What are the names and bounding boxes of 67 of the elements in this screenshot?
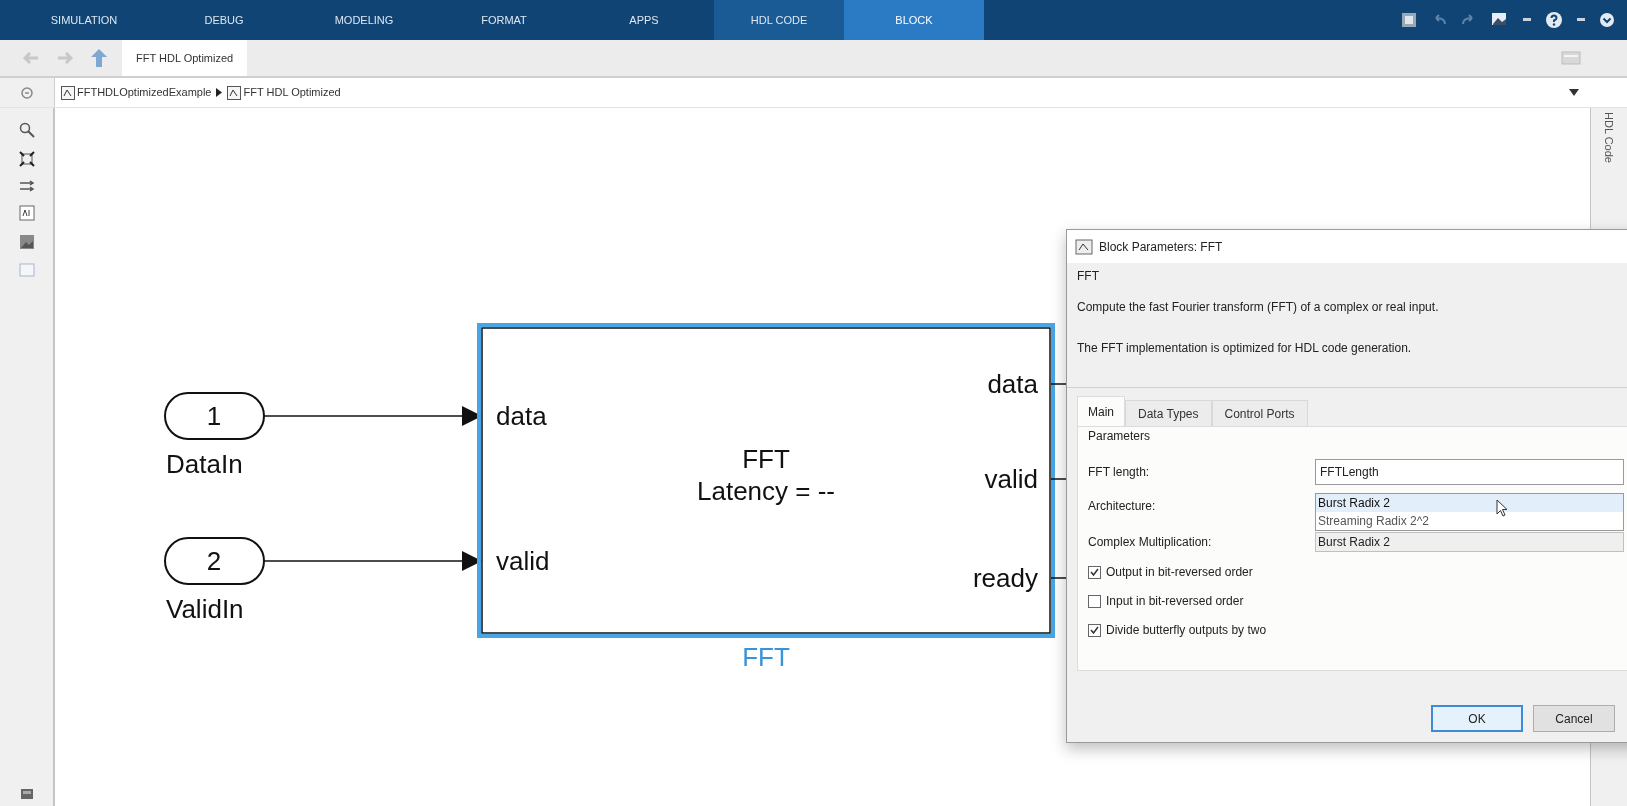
dialog-tab[interactable]: Control Ports [1211, 400, 1308, 426]
port-label: ready [972, 563, 1038, 593]
dropdown-field[interactable]: Burst Radix 2 [1315, 532, 1624, 552]
field-label: Architecture: [1088, 498, 1157, 515]
output-line [1050, 478, 1067, 480]
dropdown-dash-icon[interactable] [1577, 18, 1585, 22]
help-icon[interactable] [1545, 11, 1563, 29]
checkbox-label: Divide butterfly outputs by two [1106, 622, 1267, 639]
output-line [1050, 577, 1067, 579]
dialog-tab[interactable]: Main [1077, 396, 1125, 426]
checkbox-label: Input in bit-reversed order [1106, 593, 1244, 610]
block-icon [1075, 238, 1093, 255]
port-label: valid [496, 546, 550, 576]
zoom-icon[interactable] [18, 122, 35, 138]
block-name: FFT [742, 642, 790, 672]
ribbon-tab[interactable]: BLOCK [844, 0, 984, 40]
port-label: data [987, 369, 1038, 399]
ribbon-tab[interactable]: APPS [574, 0, 714, 40]
checkbox[interactable] [1088, 594, 1101, 608]
dropdown-arrow-icon[interactable] [1569, 89, 1579, 96]
model-icon[interactable] [1401, 12, 1417, 28]
panel-tab[interactable]: HDL Code [1600, 112, 1618, 163]
dropdown-option[interactable]: Burst Radix 2 [1316, 494, 1623, 512]
breadcrumb-link[interactable]: FFT HDL Optimized [243, 84, 341, 101]
ribbon-tab[interactable]: FORMAT [434, 0, 574, 40]
dialog-button[interactable]: OK [1431, 705, 1523, 732]
ribbon-tab[interactable]: MODELING [294, 0, 434, 40]
image-icon[interactable] [18, 234, 35, 250]
dropdown-dash-icon[interactable] [1523, 18, 1531, 22]
block-type-label: FFT [1077, 268, 1100, 285]
arrows-icon[interactable] [18, 180, 35, 192]
annotation-icon[interactable] [18, 205, 35, 221]
subsystem-icon [61, 85, 75, 100]
ribbon-tab[interactable]: SIMULATION [14, 0, 154, 40]
model-browser-icon[interactable] [19, 788, 34, 800]
dialog-title: Block Parameters: FFT [1099, 238, 1223, 256]
field-label: Complex Multiplication: [1088, 534, 1213, 551]
port-number: 2 [206, 546, 222, 576]
separator-arrow-icon [216, 88, 223, 97]
fit-view-icon[interactable] [18, 151, 35, 167]
description-text: The FFT implementation is optimized for HDL code generation. [1077, 340, 1413, 357]
checkbox[interactable] [1088, 623, 1101, 637]
port-name: ValidIn [166, 594, 244, 624]
dialog-button[interactable]: Cancel [1533, 705, 1615, 732]
checkbox[interactable] [1088, 565, 1101, 579]
dialog-tab[interactable]: Data Types [1125, 400, 1212, 426]
checkbox-label: Output in bit-reversed order [1106, 564, 1253, 581]
collapse-icon[interactable] [1599, 12, 1615, 28]
image-icon[interactable] [1491, 12, 1509, 28]
description-text: Compute the fast Fourier transform (FFT) of a complex or real input. [1077, 299, 1440, 316]
block-title: FFT [742, 444, 790, 474]
ribbon-tab[interactable]: DEBUG [154, 0, 294, 40]
field-label: FFT length: [1088, 464, 1151, 481]
hide-browser-icon[interactable] [21, 86, 33, 99]
breadcrumb-link[interactable]: FFTHDLOptimizedExample [77, 84, 212, 101]
output-line [1050, 383, 1067, 385]
port-label: valid [984, 464, 1038, 494]
input-field[interactable]: FFTLength [1315, 459, 1624, 485]
port-number: 1 [206, 401, 222, 431]
port-name: DataIn [166, 449, 243, 479]
group-label: Parameters [1088, 428, 1151, 445]
subsystem-icon [227, 85, 242, 100]
dropdown-list[interactable]: Burst Radix 2 Streaming Radix 2^2 [1315, 493, 1624, 531]
mouse-cursor-icon [1496, 499, 1508, 517]
block-latency: Latency = -- [697, 476, 835, 506]
ribbon-tab[interactable]: HDL CODE [714, 0, 844, 40]
port-label: data [496, 401, 547, 431]
